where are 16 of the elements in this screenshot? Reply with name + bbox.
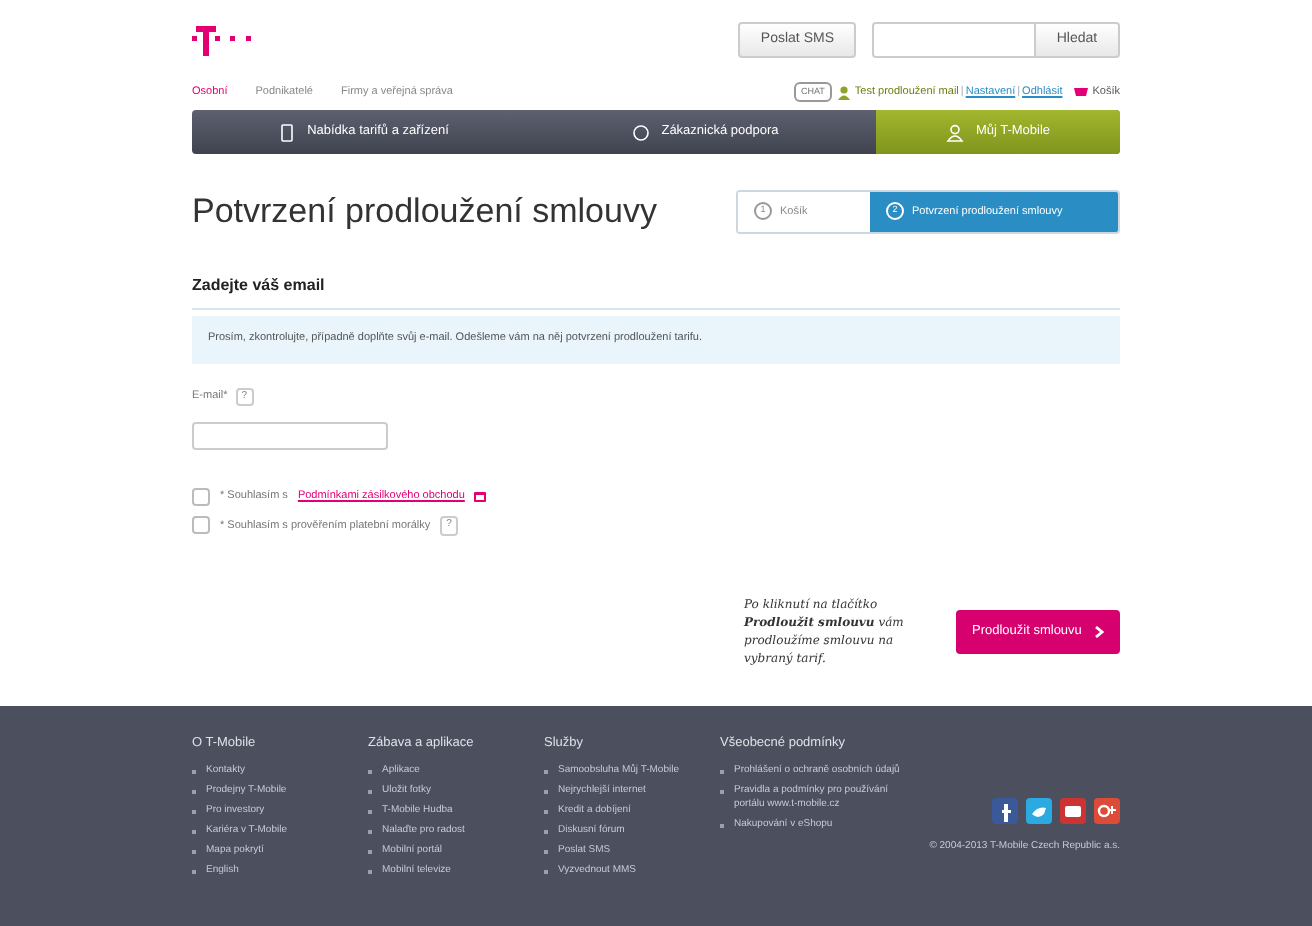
cart-icon: [1074, 86, 1089, 98]
phone-icon: [277, 123, 296, 141]
user-icon: [945, 123, 964, 141]
circle-icon: [631, 123, 650, 141]
search-field[interactable]: [872, 22, 1036, 58]
checkbox[interactable]: [192, 488, 210, 506]
google-plus-icon[interactable]: [1094, 798, 1120, 824]
chevron-icon: [1094, 625, 1104, 637]
facebook-icon[interactable]: [992, 798, 1018, 824]
section-title: Zadejte váš email: [192, 273, 1120, 309]
checkbox[interactable]: [192, 516, 210, 535]
user-icon: [838, 85, 851, 99]
email-field[interactable]: [192, 422, 388, 450]
video-icon[interactable]: [1060, 798, 1086, 824]
page-title: Potvrzení prodloužení smlouvy: [192, 190, 657, 234]
window-icon: [474, 492, 487, 502]
